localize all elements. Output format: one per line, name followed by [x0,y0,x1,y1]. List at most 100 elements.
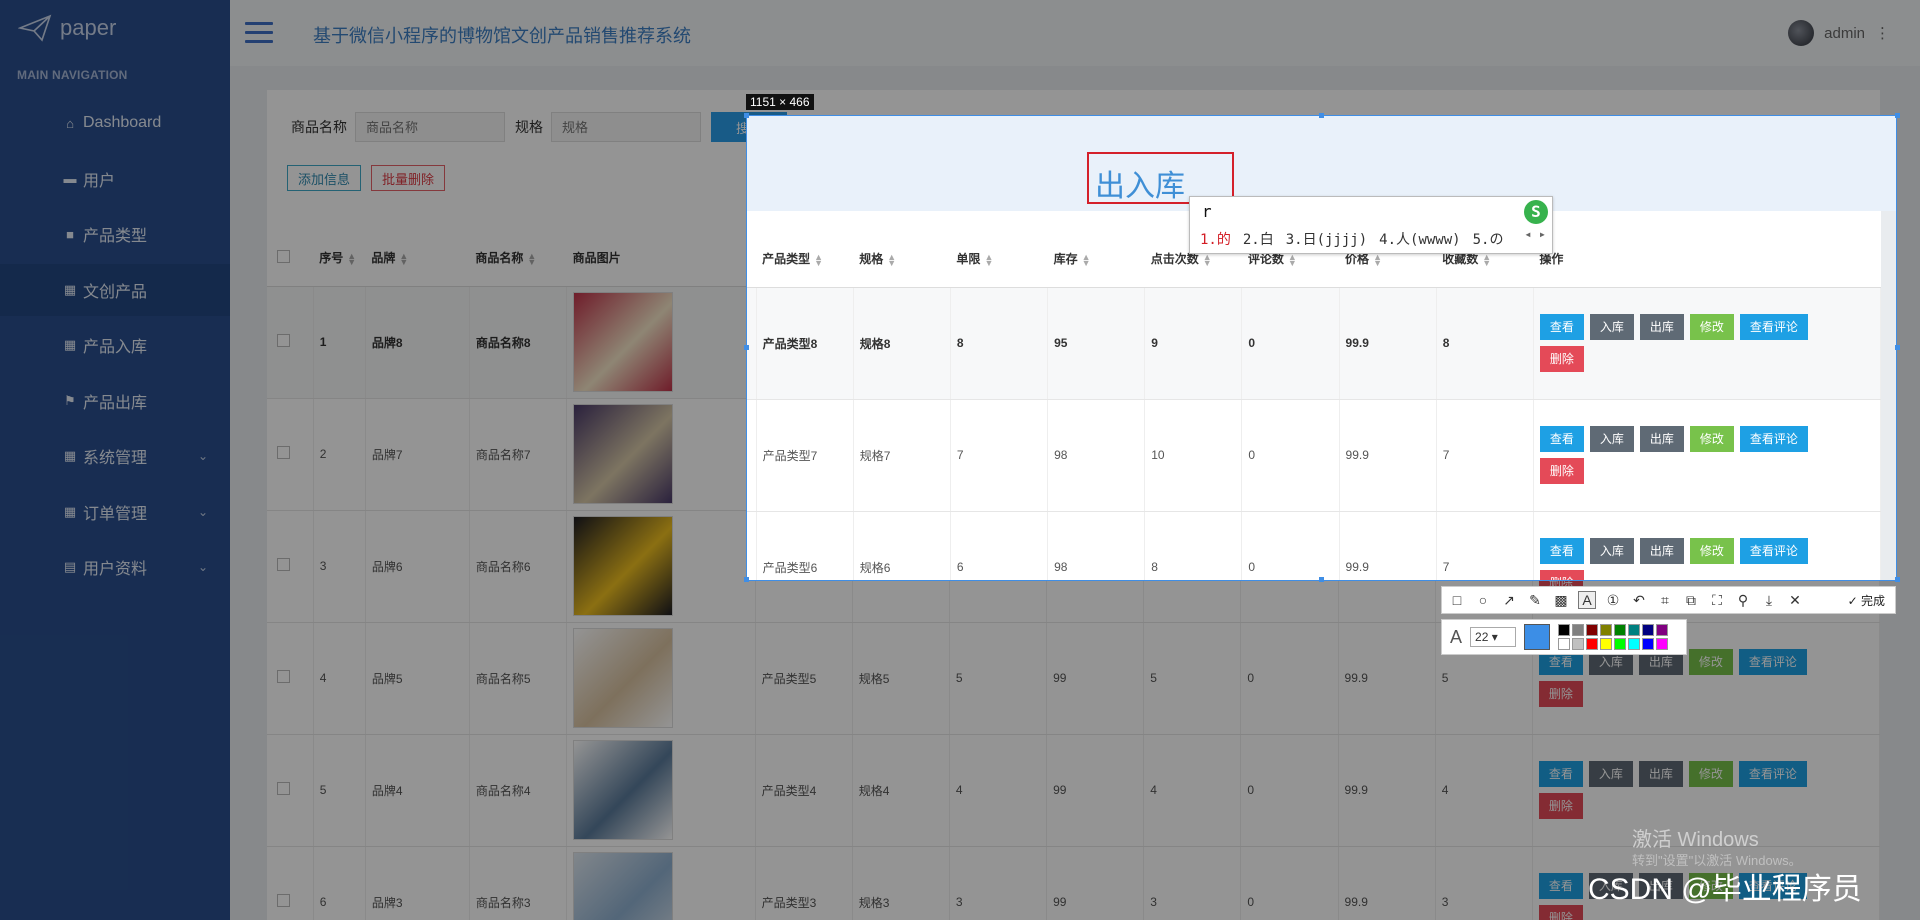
product-thumbnail[interactable] [573,852,674,920]
select-all-checkbox[interactable] [267,230,314,287]
in-button[interactable]: 入库 [1588,761,1633,787]
app-logo[interactable]: paper [18,14,116,42]
font-size-select[interactable]: 22 ▾ [1470,627,1517,647]
download-icon[interactable]: ⤓ [1760,592,1778,609]
spec-input[interactable] [551,112,701,142]
delete-button[interactable]: 删除 [1539,570,1584,580]
bulk-delete-button[interactable]: 批量删除 [371,165,446,191]
resize-handle[interactable] [1319,577,1324,582]
view-button[interactable]: 查看 [1539,426,1584,452]
color-swatch[interactable] [1572,638,1585,650]
fullscreen-icon[interactable]: ⛶ [1708,592,1726,609]
sort-icon[interactable]: ▲▼ [1082,253,1091,268]
color-swatch[interactable] [1586,624,1599,636]
column-header[interactable]: 产品类型▲▼ [756,231,854,288]
in-button[interactable]: 入库 [1589,314,1634,340]
name-input[interactable] [355,112,505,142]
comments-button[interactable]: 查看评论 [1739,538,1808,564]
edit-button[interactable]: 修改 [1688,761,1733,787]
ime-candidate[interactable]: 2.白 [1243,232,1274,248]
comments-button[interactable]: 查看评论 [1738,649,1807,675]
comments-button[interactable]: 查看评论 [1739,314,1808,340]
out-button[interactable]: 出库 [1639,426,1684,452]
snip-region[interactable]: 商品名称 规格 搜索 添加信息 批量删除 序号▲▼品牌▲▼商品名称▲▼商品图片产… [746,115,1897,581]
column-header[interactable]: 商品图片 [747,231,757,288]
color-swatch[interactable] [1628,624,1641,636]
edit-button[interactable]: 修改 [1689,426,1734,452]
view-button[interactable]: 查看 [1539,314,1584,340]
resize-handle[interactable] [1895,345,1900,350]
column-header[interactable]: 单限▲▼ [950,231,1048,288]
done-button[interactable]: ✓ 完成 [1848,592,1885,609]
color-swatch[interactable] [1614,624,1627,636]
menu-toggle-icon[interactable] [245,22,273,44]
sort-icon[interactable]: ▲▼ [527,252,536,267]
column-header[interactable]: 商品名称 ▲ ▼ [469,230,567,287]
comments-button[interactable]: 查看评论 [1739,426,1808,452]
color-swatch[interactable] [1642,638,1655,650]
pen-tool-icon[interactable]: ✎ [1526,592,1544,609]
chevron-down-icon[interactable]: ⌄ [198,560,208,574]
sidebar-item[interactable]: ▤ 用户资料 ⌄ [0,541,230,593]
view-button[interactable]: 查看 [1538,873,1583,899]
sidebar-item[interactable]: ⚑ 产品出库 [0,375,230,427]
row-checkbox[interactable] [267,398,314,511]
rectangle-tool-icon[interactable]: □ [1448,592,1466,608]
ime-candidate[interactable]: 5.の [1473,232,1504,248]
ellipse-tool-icon[interactable]: ○ [1474,592,1492,608]
color-swatch[interactable] [1558,638,1571,650]
color-swatch[interactable] [1572,624,1585,636]
edit-button[interactable]: 修改 [1689,314,1734,340]
row-checkbox[interactable] [267,846,314,920]
sidebar-item[interactable]: ▦ 系统管理 ⌄ [0,430,230,482]
current-color-swatch[interactable] [1524,624,1551,650]
sidebar-item[interactable]: ⌂ Dashboard [0,97,230,149]
color-swatch[interactable] [1642,624,1655,636]
add-button[interactable]: 添加信息 [287,165,362,191]
column-header[interactable]: 序号 ▲ ▼ [313,230,366,287]
text-tool-icon[interactable]: A [1578,591,1596,609]
row-checkbox[interactable] [267,510,314,623]
close-icon[interactable]: ✕ [1786,592,1804,609]
product-thumbnail[interactable] [573,516,674,616]
resize-handle[interactable] [1895,113,1900,118]
sort-icon[interactable]: ▲▼ [984,253,993,268]
mosaic-tool-icon[interactable]: ▩ [1552,592,1570,609]
view-button[interactable]: 查看 [1539,538,1584,564]
sidebar-item[interactable]: ▦ 文创产品 [0,263,252,316]
sort-icon[interactable]: ▲▼ [347,252,356,267]
comments-button[interactable]: 查看评论 [1738,761,1807,787]
sort-icon[interactable]: ▲▼ [887,253,896,268]
in-button[interactable]: 入库 [1589,538,1634,564]
delete-button[interactable]: 删除 [1538,681,1583,707]
sort-icon[interactable]: ▲▼ [1482,253,1491,268]
crop-icon[interactable]: ⌗ [1656,592,1674,609]
number-tool-icon[interactable]: ① [1604,592,1622,609]
resize-handle[interactable] [1319,113,1324,118]
resize-handle[interactable] [744,577,749,582]
more-vert-icon[interactable]: ⋮ [1875,24,1890,42]
column-header[interactable]: 操作 [1533,231,1881,288]
chevron-down-icon[interactable]: ⌄ [198,505,208,519]
row-checkbox[interactable] [267,622,314,735]
resize-handle[interactable] [744,113,749,118]
delete-button[interactable]: 删除 [1538,793,1583,819]
row-checkbox[interactable] [267,734,314,847]
color-swatch[interactable] [1628,638,1641,650]
column-header[interactable]: 规格▲▼ [853,231,951,288]
product-thumbnail[interactable] [573,292,674,392]
pin-icon[interactable]: ⚲ [1734,592,1752,609]
column-header[interactable]: 商品图片 [566,230,756,287]
delete-button[interactable]: 删除 [1539,346,1584,372]
column-header[interactable]: 库存 ▲▼ [1047,231,1145,288]
edit-button[interactable]: 修改 [1688,649,1733,675]
sidebar-item[interactable]: ▬ 用户 [0,153,230,205]
color-swatch[interactable] [1600,624,1613,636]
ime-candidate-window[interactable]: r S 1.的 2.白 3.日(jjjj) 4.人(wwww) 5.の ◂ ▸ [1189,196,1553,254]
sort-icon[interactable]: ▲▼ [1203,253,1212,268]
color-swatch[interactable] [1656,624,1669,636]
chevron-down-icon[interactable]: ⌄ [198,449,208,463]
color-swatch[interactable] [1614,638,1627,650]
sidebar-item[interactable]: ■ 产品类型 [0,208,230,260]
sidebar-item[interactable]: ▦ 产品入库 [0,319,230,371]
